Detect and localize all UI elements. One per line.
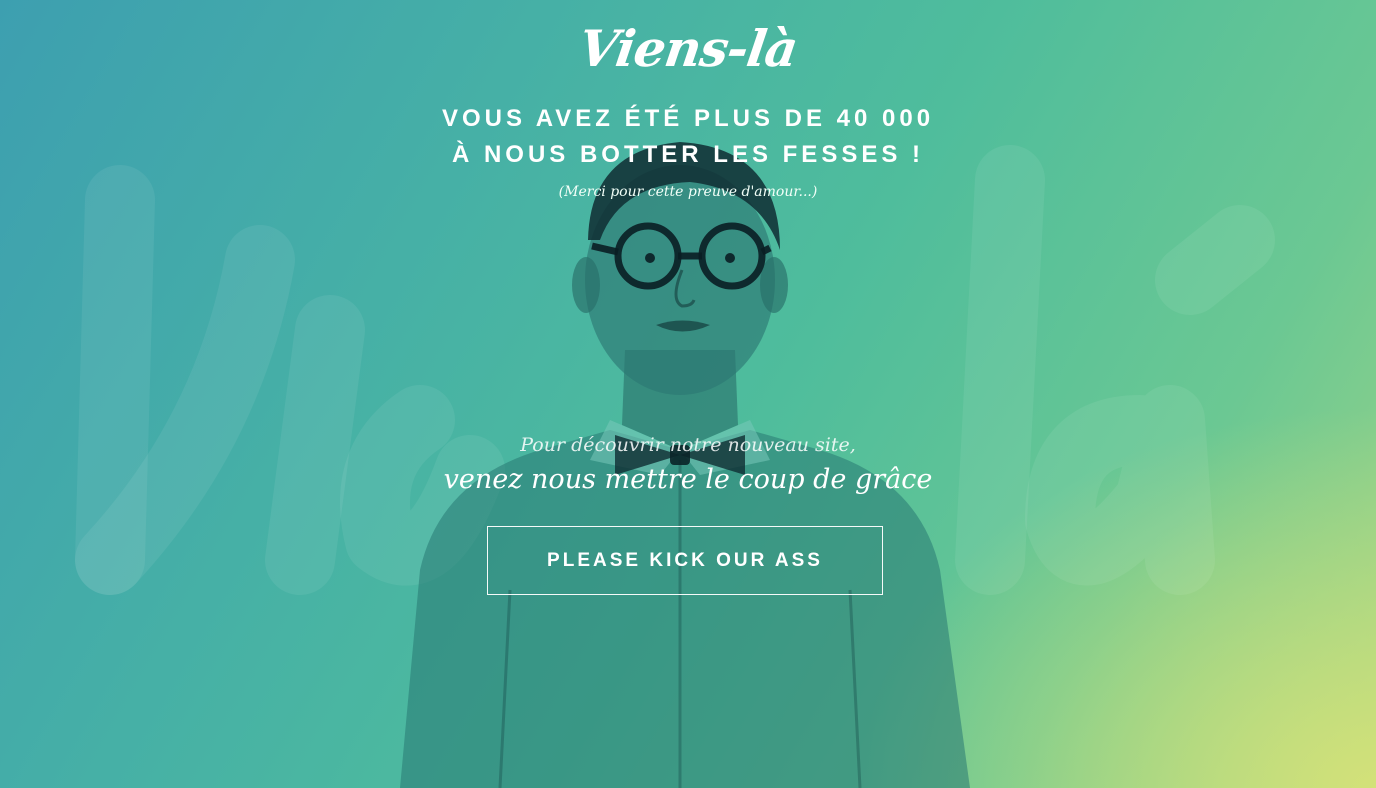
kick-our-ass-button[interactable]: PLEASE KICK OUR ASS: [487, 526, 883, 595]
invite-emphasis: venez nous mettre le coup de grâce: [443, 464, 933, 495]
headline-line-2: À NOUS BOTTER LES FESSES !: [451, 141, 925, 168]
thanks-note: (Merci pour cette preuve d'amour...): [558, 184, 818, 200]
headline-line-1: VOUS AVEZ ÉTÉ PLUS DE 40 000: [441, 105, 935, 132]
brand-logo[interactable]: Viens-là: [0, 19, 1376, 78]
hero-section: Viens-là VOUS AVEZ ÉTÉ PLUS DE 40 000 À …: [0, 0, 1376, 788]
invite-text: Pour découvrir notre nouveau site,: [520, 434, 856, 456]
headline: VOUS AVEZ ÉTÉ PLUS DE 40 000 À NOUS BOTT…: [0, 101, 1376, 173]
